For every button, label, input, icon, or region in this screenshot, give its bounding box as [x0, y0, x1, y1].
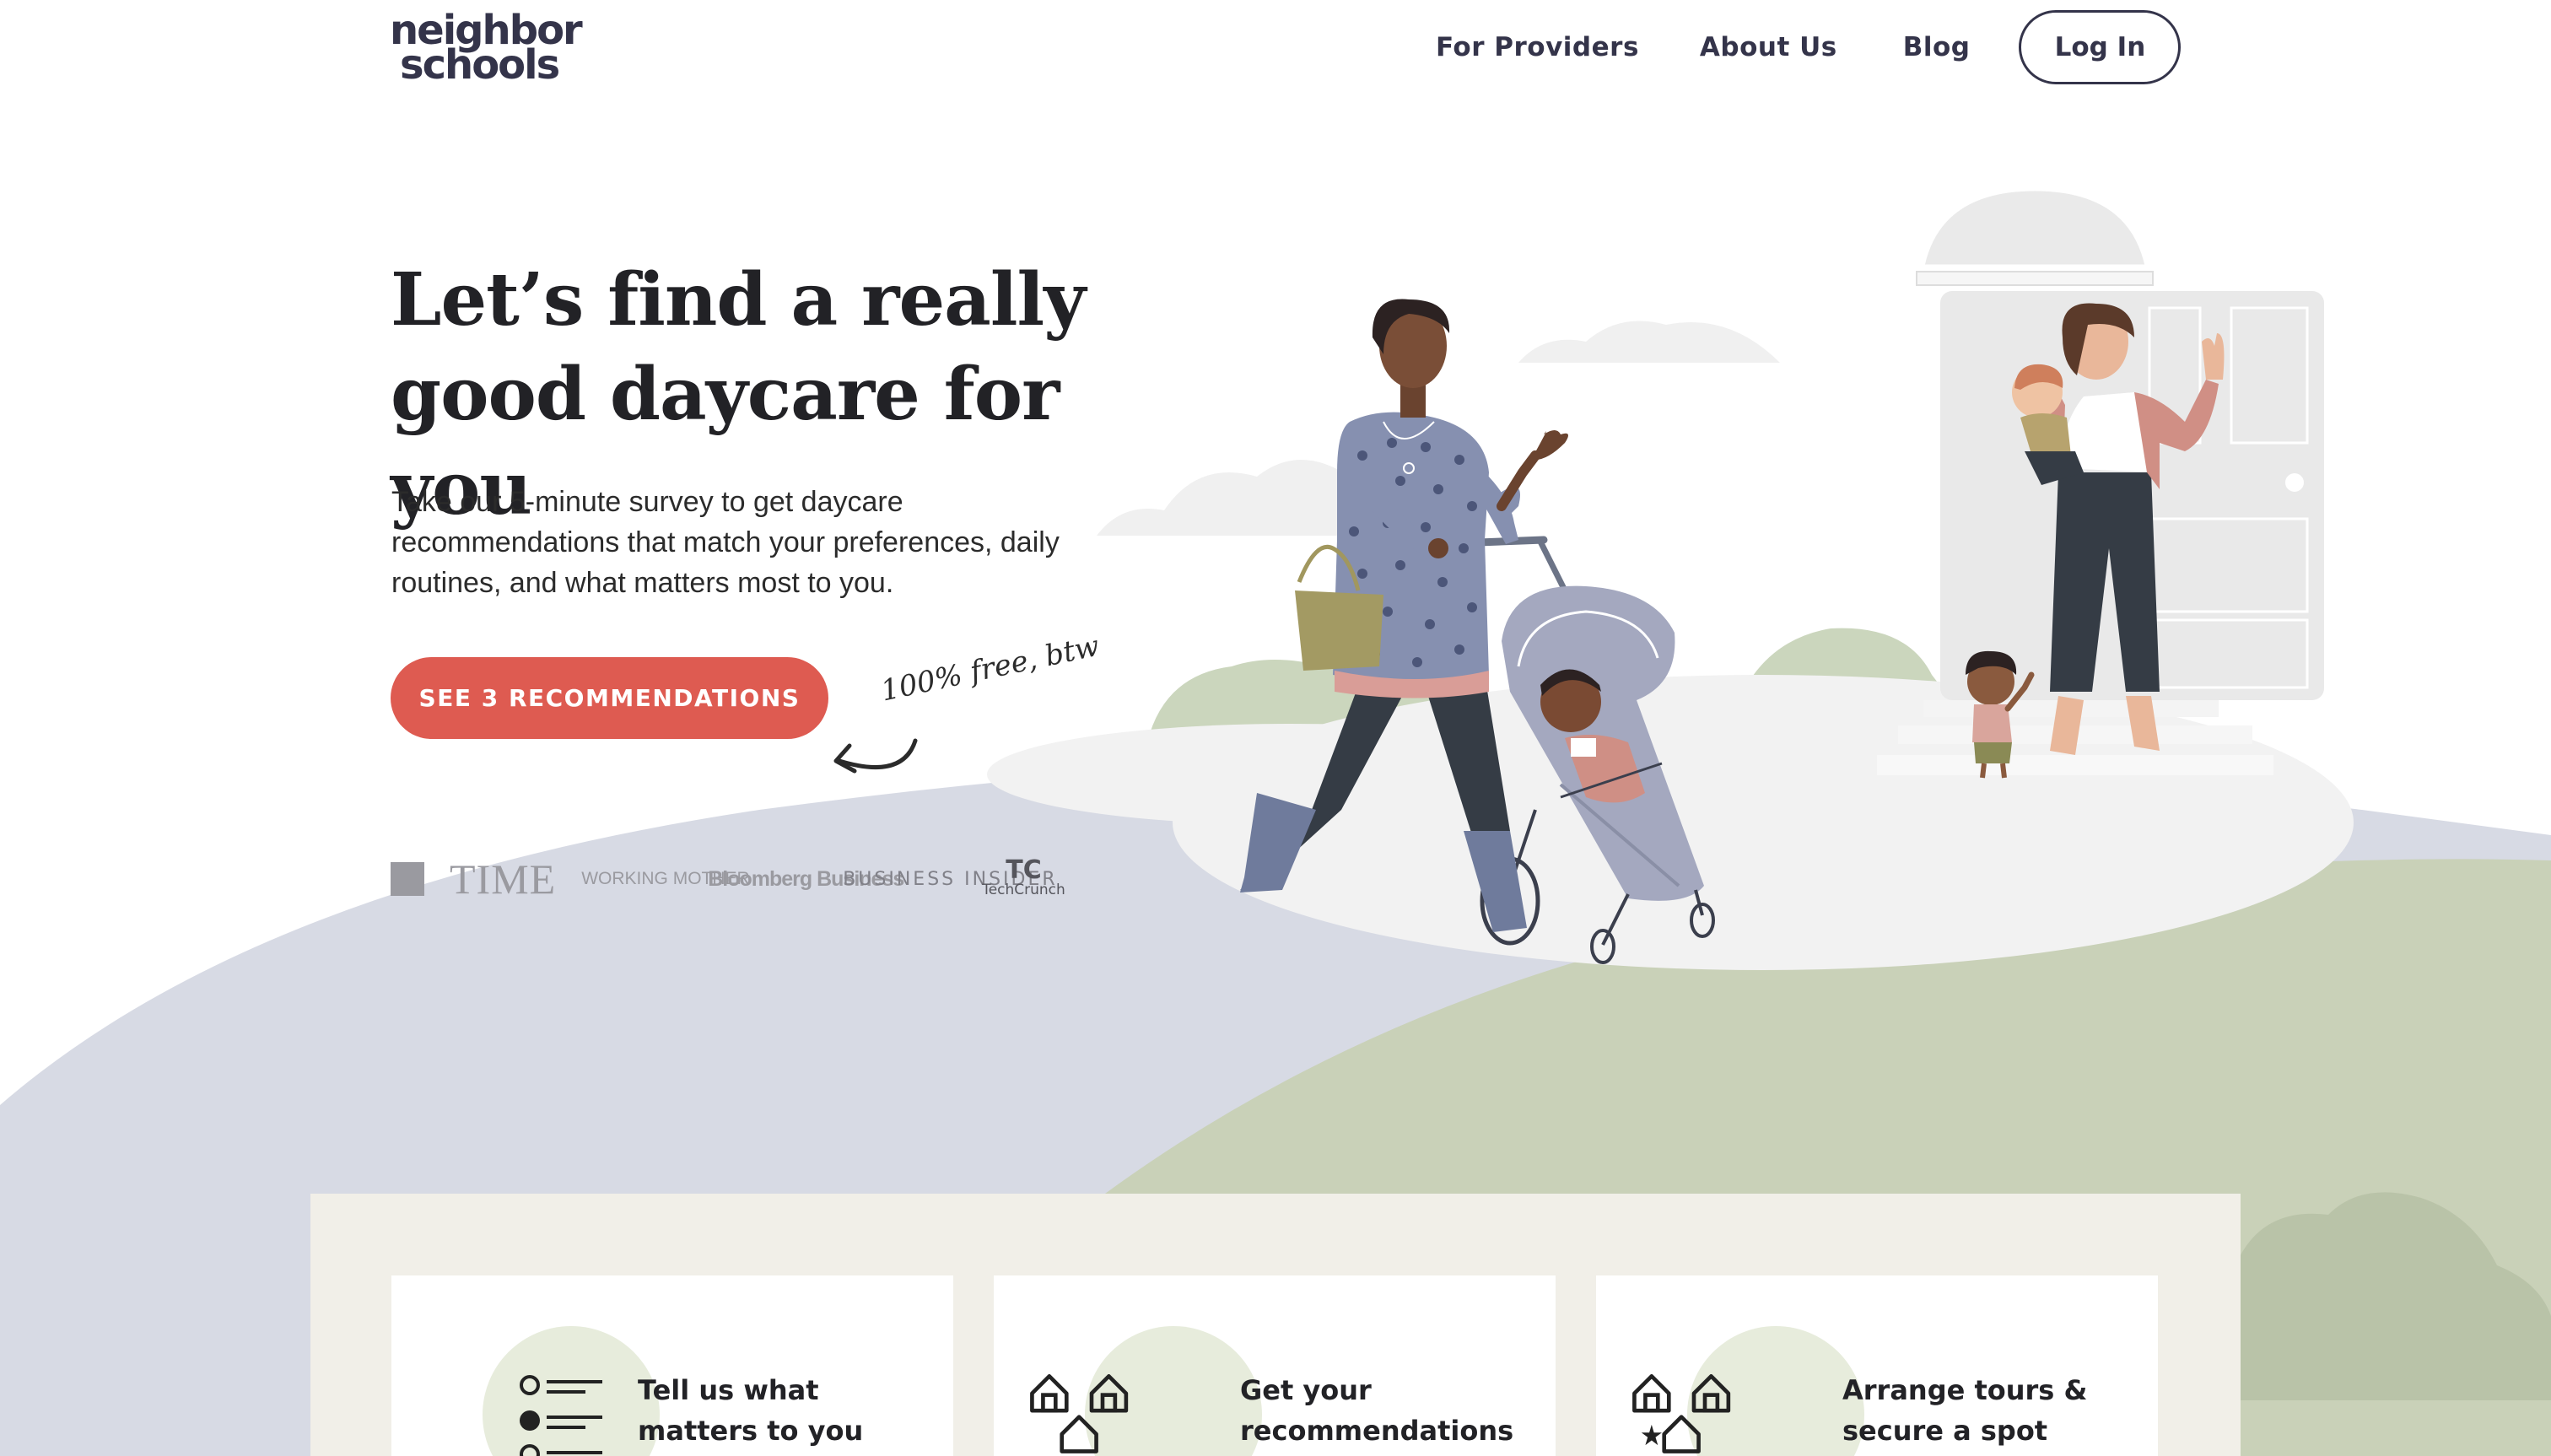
- press-logos: TIME WORKING MOTHER Bloomberg Business B…: [391, 854, 1091, 904]
- nav-for-providers[interactable]: For Providers: [1436, 32, 1639, 62]
- step-card-2: Get your recommendations: [994, 1275, 1556, 1456]
- step-title: Tell us what matters to you: [638, 1374, 864, 1447]
- step-card-3: Arrange tours & secure a spot: [1596, 1275, 2158, 1456]
- main-nav: For Providers About Us Blog Log In: [1426, 10, 2182, 84]
- step-title: Get your recommendations: [1240, 1374, 1514, 1447]
- curved-arrow-icon: [833, 738, 918, 774]
- toddler: [1966, 650, 2035, 779]
- working-mother-logo: WORKING MOTHER: [581, 869, 750, 888]
- techcrunch-wordmark: TechCrunch: [982, 882, 1065, 898]
- see-recommendations-button[interactable]: SEE 3 RECOMMENDATIONS: [391, 657, 828, 739]
- bloomberg-logo: Bloomberg Business: [708, 867, 904, 891]
- techcrunch-logo: TC TechCrunch: [982, 855, 1065, 899]
- checklist-icon: [520, 1375, 602, 1456]
- step-title: Arrange tours & secure a spot: [1842, 1374, 2088, 1447]
- nav-about-us[interactable]: About Us: [1700, 32, 1837, 62]
- techcrunch-mark: TC: [1006, 855, 1042, 885]
- step-card-1: Tell us what matters to you: [391, 1275, 953, 1456]
- hero-subtitle: Take our 5-minute survey to get daycare …: [391, 486, 1060, 599]
- houses-icon: [1030, 1374, 1129, 1453]
- logo-line-2: schools: [400, 41, 560, 89]
- business-insider-logo: BUSINESS INSIDER: [843, 868, 1058, 890]
- houses-star-icon: [1632, 1374, 1731, 1453]
- time-logo: TIME: [450, 855, 557, 903]
- nav-blog[interactable]: Blog: [1903, 32, 1971, 62]
- brand-logo[interactable]: neighbor schools: [390, 10, 583, 89]
- mother-standing: [2012, 303, 2225, 755]
- press-seal-logo: [391, 862, 424, 896]
- login-button[interactable]: Log In: [2019, 10, 2182, 84]
